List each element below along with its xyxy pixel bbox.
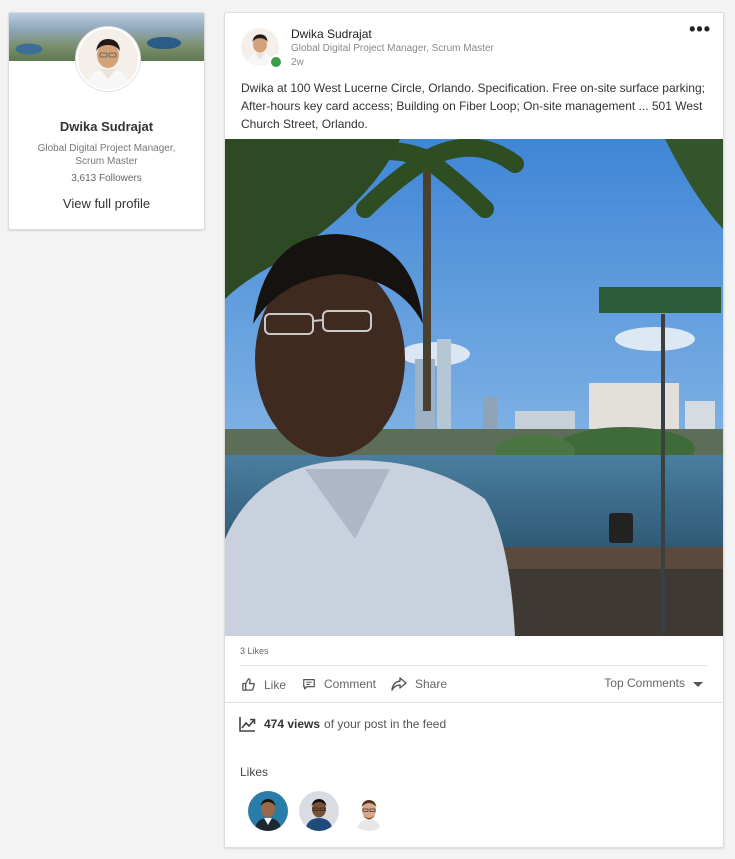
- share-arrow-icon: [391, 677, 407, 691]
- like-label: Like: [264, 677, 287, 692]
- trending-chart-icon: [239, 717, 256, 732]
- liker-avatar[interactable]: [299, 791, 339, 831]
- post-author-headline: Global Digital Project Manager, Scrum Ma…: [291, 43, 494, 54]
- liker-avatar[interactable]: [349, 791, 389, 831]
- share-button[interactable]: Share: [391, 677, 447, 691]
- views-count: 474 views: [264, 717, 321, 731]
- comment-button[interactable]: Comment: [302, 677, 376, 691]
- profile-card: Dwika Sudrajat Global Digital Project Ma…: [8, 12, 205, 230]
- profile-name[interactable]: Dwika Sudrajat: [9, 119, 204, 134]
- profile-followers-count: 3,613 Followers: [71, 173, 142, 184]
- more-dots-icon[interactable]: •••: [689, 20, 711, 38]
- profile-avatar[interactable]: [76, 27, 140, 91]
- comment-label: Comment: [324, 677, 377, 691]
- post-author-name[interactable]: Dwika Sudrajat: [291, 27, 372, 41]
- profile-headline: Global Digital Project Manager, Scrum Ma…: [37, 143, 176, 167]
- like-button[interactable]: Like: [241, 677, 286, 692]
- chevron-down-icon: [693, 681, 703, 687]
- liker-avatar[interactable]: [248, 791, 288, 831]
- thumbs-up-icon: [242, 678, 255, 691]
- view-full-profile-link[interactable]: View full profile: [9, 196, 204, 211]
- likes-count[interactable]: 3 Likes: [240, 646, 269, 656]
- feed-post-card: Dwika Sudrajat Global Digital Project Ma…: [224, 12, 724, 848]
- post-timestamp: 2w: [291, 57, 304, 68]
- divider: [240, 665, 708, 666]
- likes-section-title: Likes: [240, 765, 269, 779]
- online-status-indicator: [269, 55, 283, 69]
- post-photo[interactable]: [225, 139, 723, 636]
- views-suffix: of your post in the feed: [324, 717, 447, 731]
- comment-sort-dropdown[interactable]: Top Comments: [604, 676, 703, 690]
- post-views-analytics[interactable]: 474 views of your post in the feed: [239, 716, 446, 732]
- share-label: Share: [415, 677, 448, 691]
- comment-icon: [303, 679, 315, 690]
- comment-sort-label: Top Comments: [604, 676, 685, 690]
- divider: [225, 702, 723, 703]
- post-text: Dwika at 100 West Lucerne Circle, Orland…: [241, 81, 705, 131]
